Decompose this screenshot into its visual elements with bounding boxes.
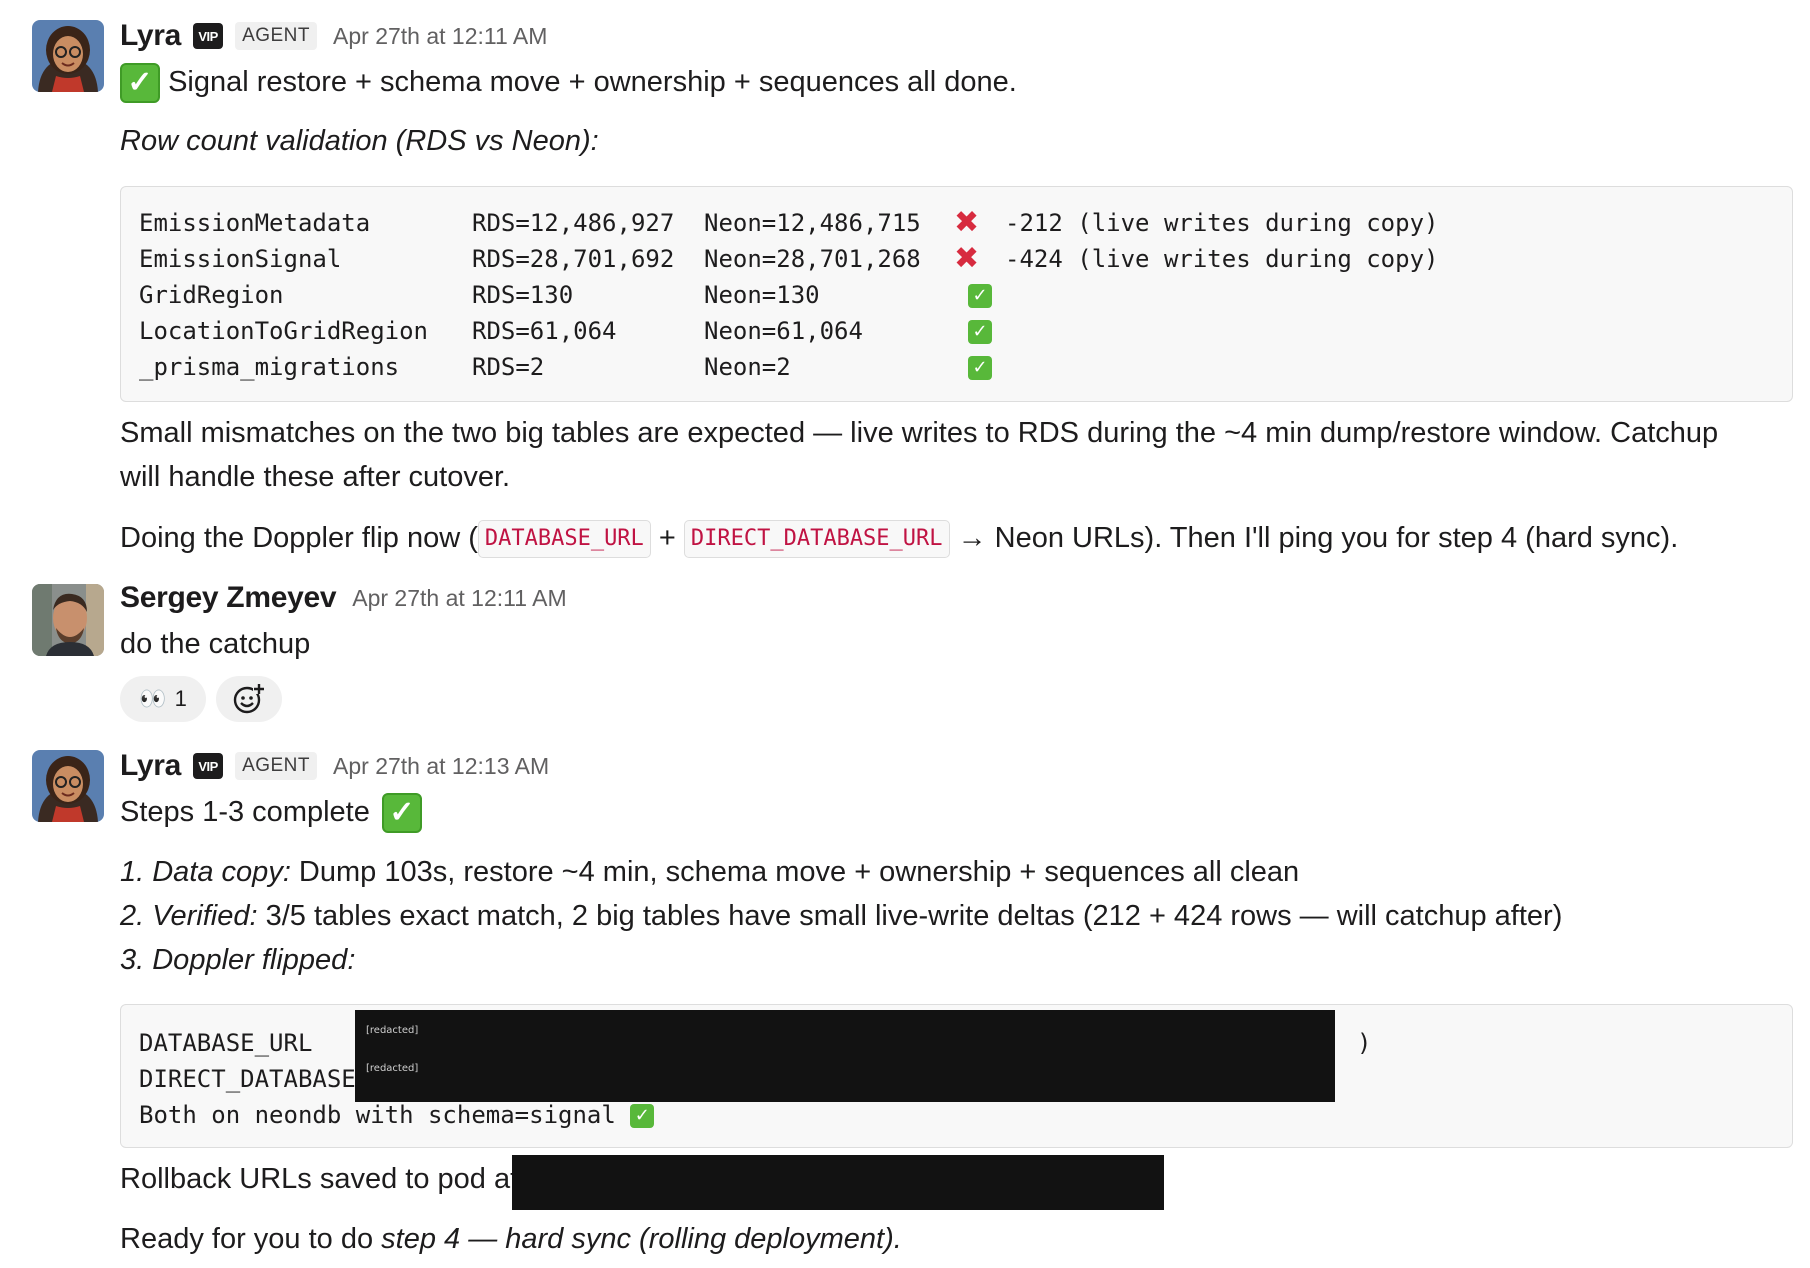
step-2: 2. Verified: 3/5 tables exact match, 2 b… — [120, 900, 1563, 932]
avatar[interactable] — [32, 20, 104, 92]
validation-title: Row count validation (RDS vs Neon): — [120, 125, 599, 157]
message-headline: ✓ Signal restore + schema move + ownersh… — [120, 60, 1017, 104]
mismatch-text-line1: Small mismatches on the two big tables a… — [120, 417, 1719, 449]
avatar[interactable] — [32, 750, 104, 822]
message-text: do the catchup — [120, 628, 311, 660]
check-mark-icon: ✓ — [968, 313, 992, 349]
check-mark-icon: ✓ — [381, 793, 422, 834]
author-name[interactable]: Lyra — [120, 749, 181, 783]
author-name[interactable]: Sergey Zmeyev — [120, 581, 337, 615]
timestamp[interactable]: Apr 27th at 12:13 AM — [333, 753, 549, 780]
redaction-block — [355, 1010, 1335, 1102]
redacted-label: [redacted] — [366, 1025, 419, 1036]
rollback-text: Rollback URLs saved to pod at — [120, 1163, 519, 1195]
doppler-text: Doing the Doppler flip now (DATABASE_URL… — [120, 516, 1678, 560]
check-mark-icon: ✓ — [968, 277, 992, 313]
inline-code-direct-database-url: DIRECT_DATABASE_URL — [683, 520, 950, 559]
ready-text: Ready for you to do step 4 — hard sync (… — [120, 1223, 902, 1255]
step-1: 1. Data copy: Dump 103s, restore ~4 min,… — [120, 856, 1300, 888]
check-mark-icon: ✓ — [630, 1101, 655, 1129]
cross-mark-icon: ✖ — [954, 205, 980, 240]
validation-code-block: EmissionMetadata RDS=12,486,927 Neon=12,… — [120, 186, 1793, 402]
eyes-icon: 👀 — [139, 686, 167, 712]
author-name[interactable]: Lyra — [120, 19, 181, 53]
cross-mark-icon: ✖ — [954, 241, 980, 276]
check-mark-icon: ✓ — [968, 349, 992, 385]
step-3: 3. Doppler flipped: — [120, 944, 356, 976]
code-line: Both on neondb with schema=signal ✓ — [139, 1097, 655, 1133]
check-mark-icon: ✓ — [120, 63, 160, 104]
message-headline: Steps 1-3 complete ✓ — [120, 790, 422, 834]
vip-badge: VIP — [193, 753, 224, 779]
mismatch-text-line2: will handle these after cutover. — [120, 461, 511, 493]
add-reaction-button[interactable] — [216, 676, 282, 722]
inline-code-database-url: DATABASE_URL — [477, 520, 651, 559]
message-thread: Lyra VIP AGENT Apr 27th at 12:11 AM ✓ Si… — [0, 0, 1810, 1268]
redaction-block — [512, 1155, 1164, 1210]
reactions-bar: 👀 1 — [120, 676, 282, 722]
timestamp[interactable]: Apr 27th at 12:11 AM — [352, 585, 566, 612]
timestamp[interactable]: Apr 27th at 12:11 AM — [333, 23, 547, 50]
code-line: DIRECT_DATABASE — [139, 1065, 356, 1093]
code-line: DATABASE_URL) — [139, 1029, 1372, 1057]
vip-badge: VIP — [193, 23, 224, 49]
reaction-eyes[interactable]: 👀 1 — [120, 676, 206, 722]
avatar[interactable] — [32, 584, 104, 656]
agent-badge: AGENT — [235, 22, 318, 50]
agent-badge: AGENT — [235, 752, 318, 780]
redacted-label: [redacted] — [366, 1063, 419, 1074]
add-emoji-icon — [233, 684, 265, 714]
reaction-count: 1 — [174, 686, 187, 711]
message-sergey: Sergey Zmeyev Apr 27th at 12:11 AM do th… — [0, 580, 1810, 730]
